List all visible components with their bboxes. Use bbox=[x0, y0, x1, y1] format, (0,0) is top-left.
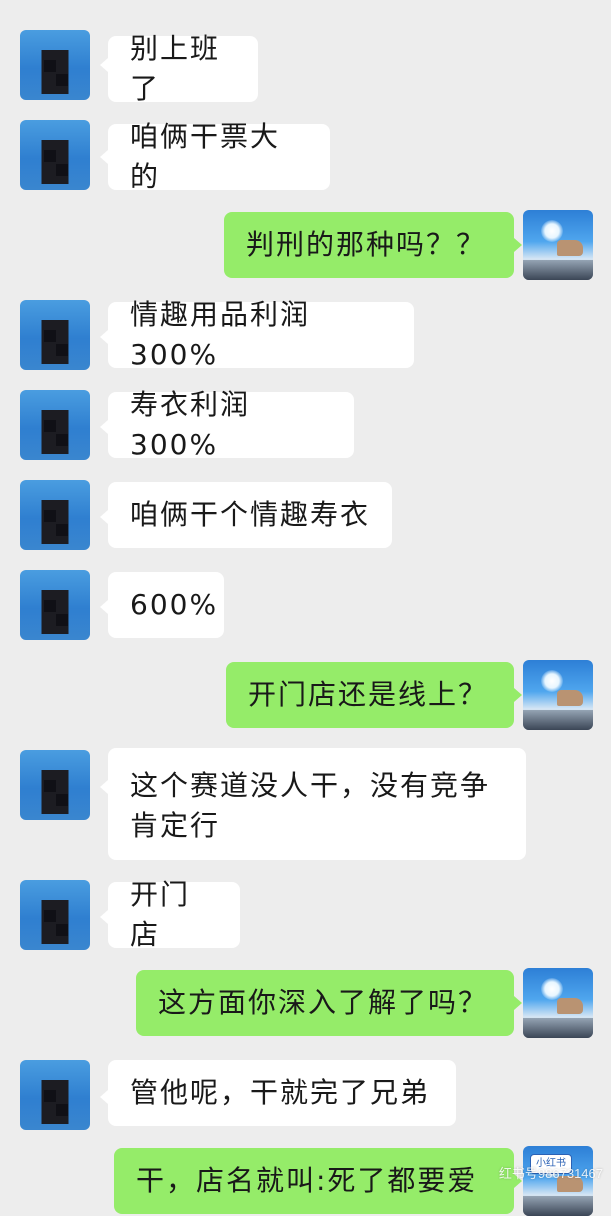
message-text: 这个赛道没人干，没有竞争 bbox=[130, 769, 491, 802]
message-bubble[interactable]: 这方面你深入了解了吗？ bbox=[136, 970, 514, 1036]
contact-avatar[interactable] bbox=[20, 750, 90, 820]
message-bubble[interactable]: 干，店名就叫:死了都要爱 bbox=[114, 1148, 514, 1214]
contact-avatar[interactable] bbox=[20, 390, 90, 460]
message-incoming: 别上班了 bbox=[0, 0, 611, 110]
message-text: 咱俩干票大的 bbox=[130, 120, 281, 193]
message-text: 管他呢，干就完了兄弟 bbox=[130, 1076, 431, 1109]
message-bubble[interactable]: 开门店 bbox=[108, 878, 240, 951]
contact-avatar[interactable] bbox=[20, 880, 90, 950]
message-text: 别上班了 bbox=[130, 32, 221, 105]
message-text: 干，店名就叫:死了都要爱 bbox=[136, 1164, 478, 1197]
message-bubble[interactable]: 600% bbox=[108, 572, 224, 638]
message-text: 开门店还是线上？ bbox=[248, 678, 489, 711]
self-avatar[interactable] bbox=[523, 968, 593, 1038]
message-bubble[interactable]: 咱俩干票大的 bbox=[108, 120, 330, 193]
message-outgoing: 开门店还是线上？ bbox=[0, 650, 611, 750]
message-outgoing: 这方面你深入了解了吗？ bbox=[0, 960, 611, 1050]
message-incoming: 情趣用品利润300% bbox=[0, 290, 611, 380]
message-bubble[interactable]: 管他呢，干就完了兄弟 bbox=[108, 1060, 456, 1126]
message-bubble[interactable]: 别上班了 bbox=[108, 32, 258, 105]
message-bubble[interactable]: 情趣用品利润300% bbox=[108, 298, 414, 371]
message-text: 开门店 bbox=[130, 878, 191, 951]
contact-avatar[interactable] bbox=[20, 570, 90, 640]
message-bubble[interactable]: 开门店还是线上？ bbox=[226, 662, 514, 728]
message-text: 情趣用品利润300% bbox=[130, 298, 311, 371]
contact-avatar[interactable] bbox=[20, 30, 90, 100]
message-incoming: 寿衣利润300% bbox=[0, 380, 611, 470]
message-text: 肯定行 bbox=[130, 809, 221, 842]
message-incoming: 管他呢，干就完了兄弟 bbox=[0, 1050, 611, 1140]
message-bubble[interactable]: 咱俩干个情趣寿衣 bbox=[108, 482, 392, 548]
message-incoming: 这个赛道没人干，没有竞争 肯定行 bbox=[0, 740, 611, 870]
watermark-text: 红书号986731467 bbox=[498, 1166, 603, 1181]
message-incoming: 开门店 bbox=[0, 870, 611, 960]
message-bubble[interactable]: 这个赛道没人干，没有竞争 肯定行 bbox=[108, 748, 526, 860]
message-incoming: 咱俩干个情趣寿衣 bbox=[0, 470, 611, 560]
message-text: 600% bbox=[130, 588, 219, 621]
message-incoming: 咱俩干票大的 bbox=[0, 110, 611, 200]
message-bubble[interactable]: 判刑的那种吗？？ bbox=[224, 212, 514, 278]
contact-avatar[interactable] bbox=[20, 300, 90, 370]
self-avatar[interactable] bbox=[523, 210, 593, 280]
contact-avatar[interactable] bbox=[20, 1060, 90, 1130]
message-bubble[interactable]: 寿衣利润300% bbox=[108, 388, 354, 461]
message-text: 判刑的那种吗？？ bbox=[246, 228, 487, 261]
message-incoming: 600% bbox=[0, 560, 611, 650]
message-text: 这方面你深入了解了吗？ bbox=[158, 986, 489, 1019]
message-outgoing: 判刑的那种吗？？ bbox=[0, 200, 611, 290]
contact-avatar[interactable] bbox=[20, 120, 90, 190]
message-text: 寿衣利润300% bbox=[130, 388, 251, 461]
self-avatar[interactable] bbox=[523, 660, 593, 730]
contact-avatar[interactable] bbox=[20, 480, 90, 550]
message-text: 咱俩干个情趣寿衣 bbox=[130, 498, 371, 531]
